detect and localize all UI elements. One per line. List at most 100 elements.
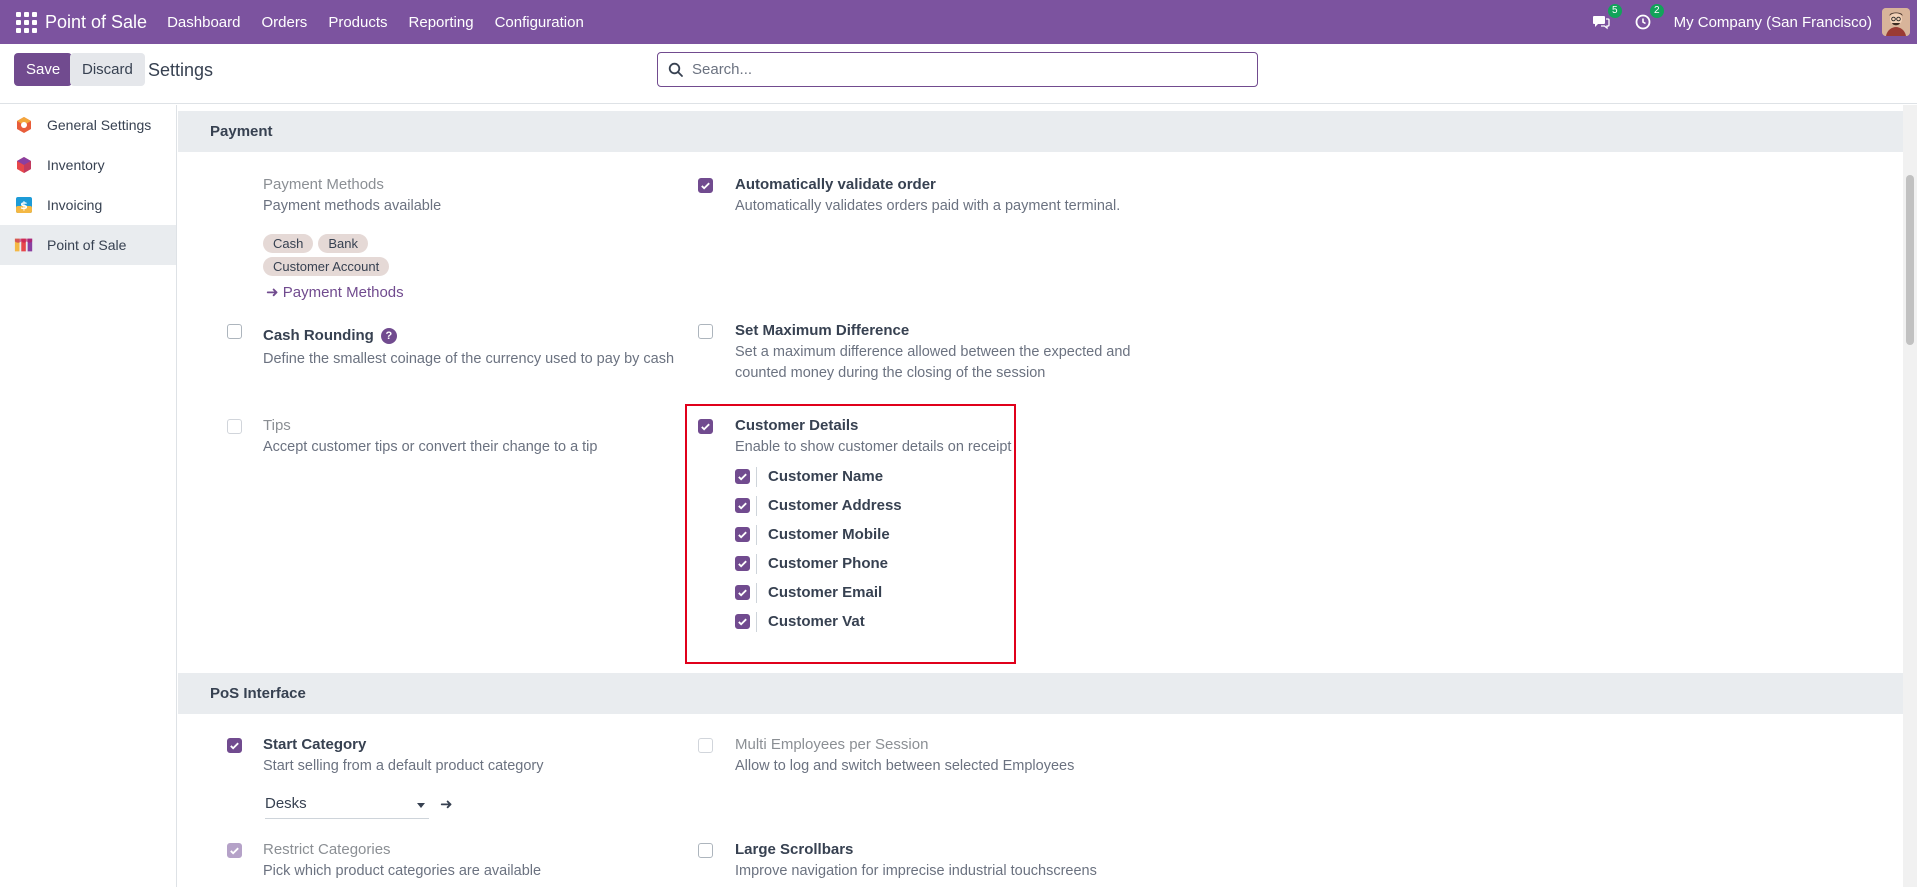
restrict-categories-label[interactable]: Restrict Categories (263, 841, 391, 858)
customer-email-label[interactable]: Customer Email (768, 584, 882, 601)
open-category-arrow-icon[interactable]: ➜ (440, 795, 453, 813)
customer-name-label[interactable]: Customer Name (768, 468, 883, 485)
divider (756, 554, 757, 574)
customer-address-label[interactable]: Customer Address (768, 497, 902, 514)
arrow-right-icon: ➜ (266, 284, 279, 301)
systray: 5 2 My Company (San Francisco) (1590, 0, 1917, 44)
customer-details-desc: Enable to show customer details on recei… (735, 439, 1012, 455)
customer-details-checkbox[interactable] (698, 419, 713, 434)
max-difference-desc-line1: Set a maximum difference allowed between… (735, 344, 1131, 360)
section-heading-pos-interface: PoS Interface (178, 673, 1903, 714)
activities-badge: 2 (1650, 4, 1664, 18)
customer-details-label[interactable]: Customer Details (735, 417, 858, 434)
check-icon (738, 473, 747, 481)
payment-method-tags: Cash Bank Customer Account (263, 234, 463, 276)
menu-configuration[interactable]: Configuration (495, 14, 584, 31)
check-icon (738, 531, 747, 539)
menu-products[interactable]: Products (328, 14, 387, 31)
start-category-select[interactable]: Desks (265, 795, 429, 819)
sidebar-item-inventory[interactable]: Inventory (0, 145, 176, 185)
customer-mobile-checkbox[interactable] (735, 527, 750, 542)
messages-badge: 5 (1608, 4, 1622, 18)
customer-email-checkbox[interactable] (735, 585, 750, 600)
section-heading-payment: Payment (178, 111, 1903, 152)
top-navbar: Point of Sale Dashboard Orders Products … (0, 0, 1917, 44)
multi-employees-checkbox[interactable] (698, 738, 713, 753)
customer-name-checkbox[interactable] (735, 469, 750, 484)
large-scrollbars-label[interactable]: Large Scrollbars (735, 841, 853, 858)
divider (756, 583, 757, 603)
cash-rounding-label[interactable]: Cash Rounding? (263, 327, 397, 344)
tag-customer-account[interactable]: Customer Account (263, 257, 390, 276)
check-icon (701, 182, 710, 190)
start-category-label[interactable]: Start Category (263, 736, 366, 753)
apps-menu-icon[interactable] (14, 10, 38, 34)
inventory-icon (14, 155, 34, 175)
control-panel: Save Discard Settings (0, 44, 1917, 104)
company-switcher[interactable]: My Company (San Francisco) (1674, 14, 1872, 31)
customer-phone-checkbox[interactable] (735, 556, 750, 571)
app-brand[interactable]: Point of Sale (45, 12, 147, 33)
auto-validate-checkbox[interactable] (698, 178, 713, 193)
discard-button[interactable]: Discard (70, 53, 145, 86)
payment-methods-link-label: Payment Methods (282, 284, 404, 301)
start-category-checkbox[interactable] (227, 738, 242, 753)
messages-icon[interactable]: 5 (1590, 4, 1622, 33)
divider (756, 467, 757, 487)
customer-mobile-label[interactable]: Customer Mobile (768, 526, 890, 543)
help-icon[interactable]: ? (380, 328, 397, 344)
scrollbar-thumb[interactable] (1906, 175, 1914, 345)
save-button[interactable]: Save (14, 53, 73, 86)
search-bar[interactable] (657, 52, 1258, 87)
restrict-categories-checkbox[interactable] (227, 843, 242, 858)
check-icon (701, 423, 710, 431)
page-title: Settings (148, 60, 214, 80)
customer-phone-label[interactable]: Customer Phone (768, 555, 888, 572)
cash-rounding-checkbox[interactable] (227, 324, 242, 339)
tips-label[interactable]: Tips (263, 417, 291, 434)
menu-reporting[interactable]: Reporting (409, 14, 474, 31)
sidebar-item-point-of-sale[interactable]: Point of Sale (0, 225, 176, 265)
divider (756, 525, 757, 545)
sidebar-item-label: General Settings (47, 117, 152, 133)
activities-clock-icon[interactable]: 2 (1632, 4, 1664, 33)
payment-methods-label: Payment Methods (263, 176, 384, 193)
search-icon (668, 62, 683, 77)
payment-methods-desc: Payment methods available (263, 198, 442, 214)
tips-desc: Accept customer tips or convert their ch… (263, 439, 598, 455)
check-icon (230, 742, 239, 750)
large-scrollbars-checkbox[interactable] (698, 843, 713, 858)
start-category-desc: Start selling from a default product cat… (263, 758, 544, 774)
restrict-categories-desc: Pick which product categories are availa… (263, 863, 542, 879)
point-of-sale-icon (14, 235, 34, 255)
menu-dashboard[interactable]: Dashboard (167, 14, 240, 31)
menu-orders[interactable]: Orders (261, 14, 307, 31)
max-difference-desc-line2: counted money during the closing of the … (735, 365, 1046, 381)
sidebar-item-invoicing[interactable]: $ Invoicing (0, 185, 176, 225)
payment-methods-link[interactable]: ➜ Payment Methods (266, 283, 404, 301)
max-difference-label[interactable]: Set Maximum Difference (735, 322, 909, 339)
tag-cash[interactable]: Cash (263, 234, 314, 253)
general-settings-icon (14, 115, 34, 135)
check-icon (738, 502, 747, 510)
check-icon (738, 560, 747, 568)
tag-bank[interactable]: Bank (318, 234, 368, 253)
customer-address-checkbox[interactable] (735, 498, 750, 513)
user-avatar[interactable] (1882, 8, 1910, 36)
tips-checkbox[interactable] (227, 419, 242, 434)
check-icon (738, 589, 747, 597)
chevron-down-icon (417, 803, 425, 808)
auto-validate-label[interactable]: Automatically validate order (735, 176, 936, 193)
cash-rounding-label-text: Cash Rounding (263, 327, 374, 344)
vertical-scrollbar[interactable] (1903, 105, 1917, 887)
max-difference-checkbox[interactable] (698, 324, 713, 339)
search-input[interactable] (692, 61, 1232, 78)
multi-employees-label[interactable]: Multi Employees per Session (735, 736, 928, 753)
start-category-value: Desks (265, 795, 307, 812)
settings-sidebar: General Settings Inventory $ Invoicing P… (0, 105, 177, 887)
sidebar-item-general-settings[interactable]: General Settings (0, 105, 176, 145)
customer-vat-checkbox[interactable] (735, 614, 750, 629)
svg-text:$: $ (20, 199, 28, 212)
invoicing-icon: $ (14, 195, 34, 215)
customer-vat-label[interactable]: Customer Vat (768, 613, 865, 630)
